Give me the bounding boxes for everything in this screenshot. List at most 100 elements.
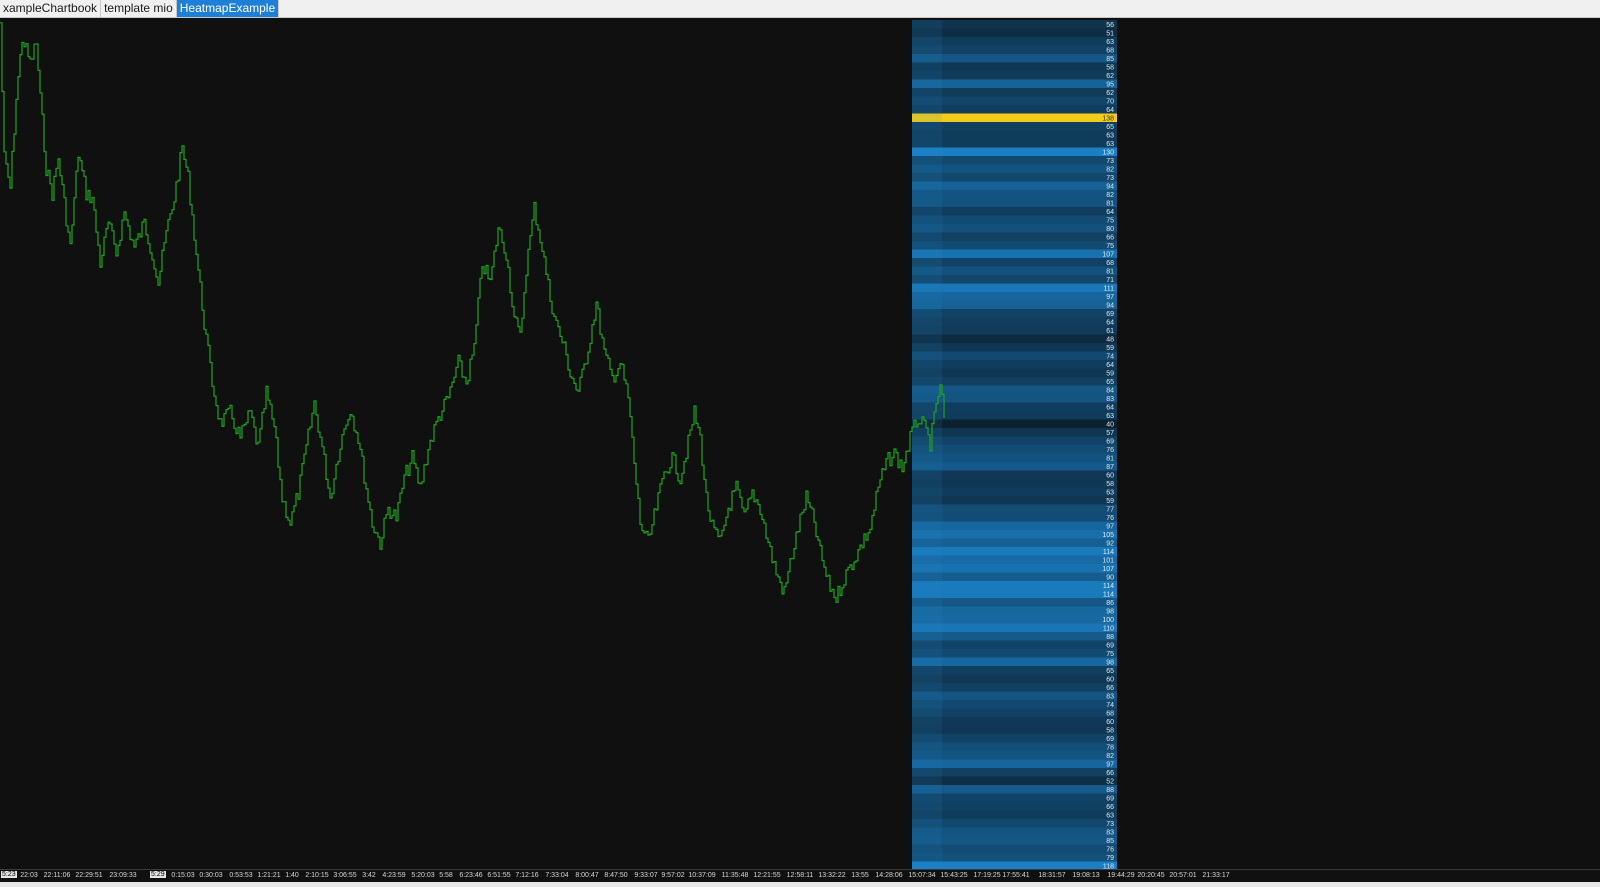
time-axis-label: 14:28:06 xyxy=(875,872,903,879)
heatmap-level-label: 69 xyxy=(1106,311,1114,318)
heatmap-level-label: 77 xyxy=(1106,506,1114,513)
heatmap-cell xyxy=(912,700,1117,709)
time-axis-label: 22:11:06 xyxy=(43,872,71,879)
heatmap-cell xyxy=(912,156,1117,165)
heatmap-level-label: 83 xyxy=(1106,693,1114,700)
heatmap-level-label: 62 xyxy=(1106,73,1114,80)
heatmap-level-label: 114 xyxy=(1103,591,1114,598)
heatmap-level-label: 114 xyxy=(1103,583,1114,590)
heatmap-level-label: 60 xyxy=(1106,719,1114,726)
heatmap-cell xyxy=(912,564,1117,573)
heatmap-level-label: 75 xyxy=(1106,651,1114,658)
heatmap-cell xyxy=(912,147,1117,157)
heatmap-level-label: 59 xyxy=(1106,370,1114,377)
heatmap-level-label: 78 xyxy=(1106,744,1114,751)
heatmap-cell xyxy=(912,615,1117,624)
heatmap-cell xyxy=(912,385,1117,395)
heatmap-cell xyxy=(912,742,1117,752)
time-axis[interactable]: 5:23 5:29 22:03 22:11:06 22:29:51 23:09:33 0:1… xyxy=(0,869,1600,883)
heatmap-level-label: 60 xyxy=(1106,676,1114,683)
heatmap-level-label: 64 xyxy=(1106,319,1114,326)
time-axis-label: 21:33:17 xyxy=(1202,872,1230,879)
heatmap-cell xyxy=(912,62,1117,72)
heatmap-cell xyxy=(912,241,1117,250)
heatmap-level-label: 94 xyxy=(1106,183,1114,190)
price-chart[interactable]: 5651636885586295627064138656363130738273… xyxy=(0,18,1600,869)
heatmap-cell xyxy=(912,343,1117,352)
time-axis-label: 0:15:03 xyxy=(171,872,195,879)
heatmap-cell xyxy=(912,589,1117,599)
heatmap-level-label: 59 xyxy=(1106,498,1114,505)
heatmap-level-label: 95 xyxy=(1106,81,1114,88)
chartbook-tab-bar: xampleChartbook template mio HeatmapExampl… xyxy=(0,0,1600,18)
tab-template-mio[interactable]: template mio xyxy=(101,0,177,17)
heatmap-level-label: 111 xyxy=(1103,285,1114,292)
heatmap-level-label: 69 xyxy=(1106,736,1114,743)
heatmap-cell xyxy=(912,759,1117,769)
heatmap-level-label: 60 xyxy=(1106,472,1114,479)
tab-heatmapexample[interactable]: HeatmapExample xyxy=(176,0,280,17)
heatmap-level-label: 75 xyxy=(1106,243,1114,250)
heatmap-cell xyxy=(912,173,1117,182)
heatmap-level-label: 58 xyxy=(1106,727,1114,734)
time-axis-label: 19:08:13 xyxy=(1072,872,1100,879)
heatmap-level-label: 101 xyxy=(1102,557,1114,564)
time-axis-label: 22:29:51 xyxy=(75,872,103,879)
time-axis-label: 23:09:33 xyxy=(109,872,137,879)
time-axis-label: 8:00:47 xyxy=(575,872,599,879)
time-axis-label: 10:37:09 xyxy=(688,872,716,879)
heatmap-cell xyxy=(912,632,1117,641)
heatmap-cell xyxy=(912,198,1117,208)
heatmap-cell xyxy=(912,37,1117,46)
heatmap-cell xyxy=(912,334,1117,344)
heatmap-cell xyxy=(912,725,1117,735)
heatmap-cell xyxy=(912,394,1117,403)
heatmap-cell xyxy=(912,810,1117,820)
heatmap-level-label: 138 xyxy=(1102,115,1114,122)
heatmap-level-label: 81 xyxy=(1106,268,1114,275)
heatmap-level-label: 107 xyxy=(1102,251,1114,258)
heatmap-cell xyxy=(912,827,1117,837)
heatmap-level-label: 68 xyxy=(1106,260,1114,267)
heatmap-level-label: 105 xyxy=(1102,532,1114,539)
heatmap-cell xyxy=(912,555,1117,565)
heatmap-cell xyxy=(912,521,1117,531)
heatmap-level-label: 66 xyxy=(1106,685,1114,692)
heatmap-cell xyxy=(912,496,1117,505)
heatmap-cell xyxy=(912,657,1117,667)
time-marker: 5:29 xyxy=(150,871,166,878)
time-axis-label: 0:30:03 xyxy=(199,872,223,879)
heatmap-cell xyxy=(912,300,1117,310)
heatmap-cell xyxy=(912,436,1117,446)
heatmap-cell xyxy=(912,470,1117,480)
heatmap-level-label: 76 xyxy=(1106,515,1114,522)
time-axis-label: 7:12:16 xyxy=(515,872,539,879)
heatmap-cell xyxy=(912,691,1117,701)
time-axis-label: 1:40 xyxy=(285,872,299,879)
heatmap-recent-band xyxy=(912,20,942,869)
price-line xyxy=(0,22,945,603)
heatmap-cell xyxy=(912,402,1117,412)
heatmap-cell xyxy=(912,351,1117,361)
heatmap-cell xyxy=(912,283,1117,293)
heatmap-cell xyxy=(912,275,1117,284)
heatmap-cell xyxy=(912,462,1117,471)
heatmap-cell xyxy=(912,79,1117,89)
heatmap-level-label: 76 xyxy=(1106,846,1114,853)
heatmap-cell xyxy=(912,572,1117,582)
heatmap-level-label: 82 xyxy=(1106,166,1114,173)
heatmap-cell xyxy=(912,802,1117,811)
time-axis-label: 20:20:45 xyxy=(1137,872,1165,879)
heatmap-cell xyxy=(912,215,1117,225)
heatmap-level-label: 82 xyxy=(1106,753,1114,760)
heatmap-level-label: 66 xyxy=(1106,770,1114,777)
heatmap-level-label: 84 xyxy=(1106,387,1114,394)
heatmap-level-label: 64 xyxy=(1106,362,1114,369)
heatmap-level-label: 71 xyxy=(1106,277,1114,284)
heatmap-cell xyxy=(912,598,1117,607)
heatmap-cell xyxy=(912,258,1117,267)
heatmap-level-label: 58 xyxy=(1106,64,1114,71)
heatmap-cell xyxy=(912,249,1117,259)
tab-xamplechartbook[interactable]: xampleChartbook xyxy=(0,0,102,17)
heatmap-cell xyxy=(912,419,1117,429)
